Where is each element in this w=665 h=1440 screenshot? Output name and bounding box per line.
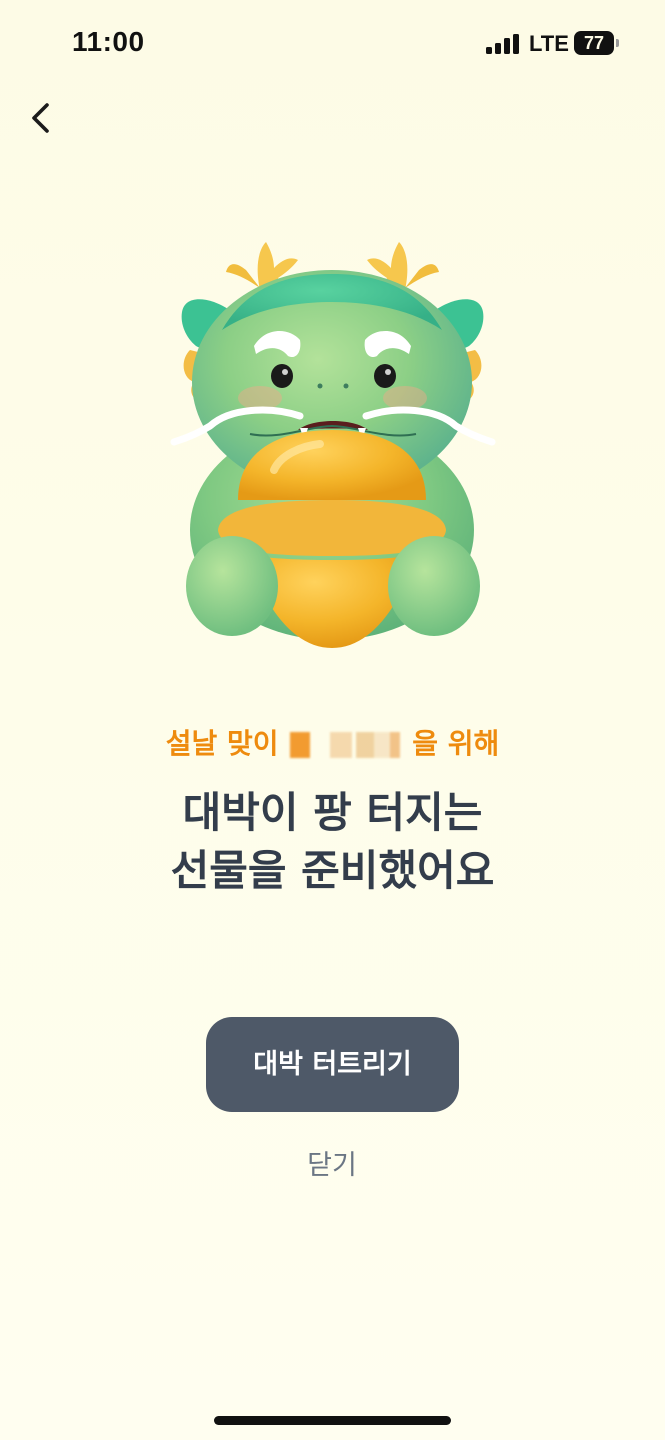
open-gift-button[interactable]: 대박 터트리기: [206, 1017, 459, 1112]
battery-cap: [616, 39, 619, 47]
close-button[interactable]: 닫기: [282, 1142, 382, 1190]
home-indicator: [214, 1416, 451, 1425]
subtitle: 설날 맞이 을 위해: [0, 722, 665, 766]
battery-icon: 77: [574, 31, 614, 55]
dragon-mascot-image: [170, 242, 496, 648]
chevron-left-icon: [32, 103, 49, 133]
title-line-2: 선물을 준비했어요: [170, 846, 495, 895]
status-time: 11:00: [72, 26, 145, 57]
subtitle-suffix: 을 위해: [412, 727, 500, 760]
back-button[interactable]: [18, 92, 66, 144]
title-line-1: 대박이 팡 터지는: [182, 788, 483, 837]
page-title: 대박이 팡 터지는 선물을 준비했어요: [0, 785, 665, 901]
cellular-signal-icon: [486, 34, 519, 54]
status-bar: 11:00 LTE 77: [0, 0, 665, 90]
network-type: LTE: [529, 31, 569, 56]
subtitle-prefix: 설날 맞이: [165, 727, 279, 760]
redacted-name: [290, 732, 411, 758]
